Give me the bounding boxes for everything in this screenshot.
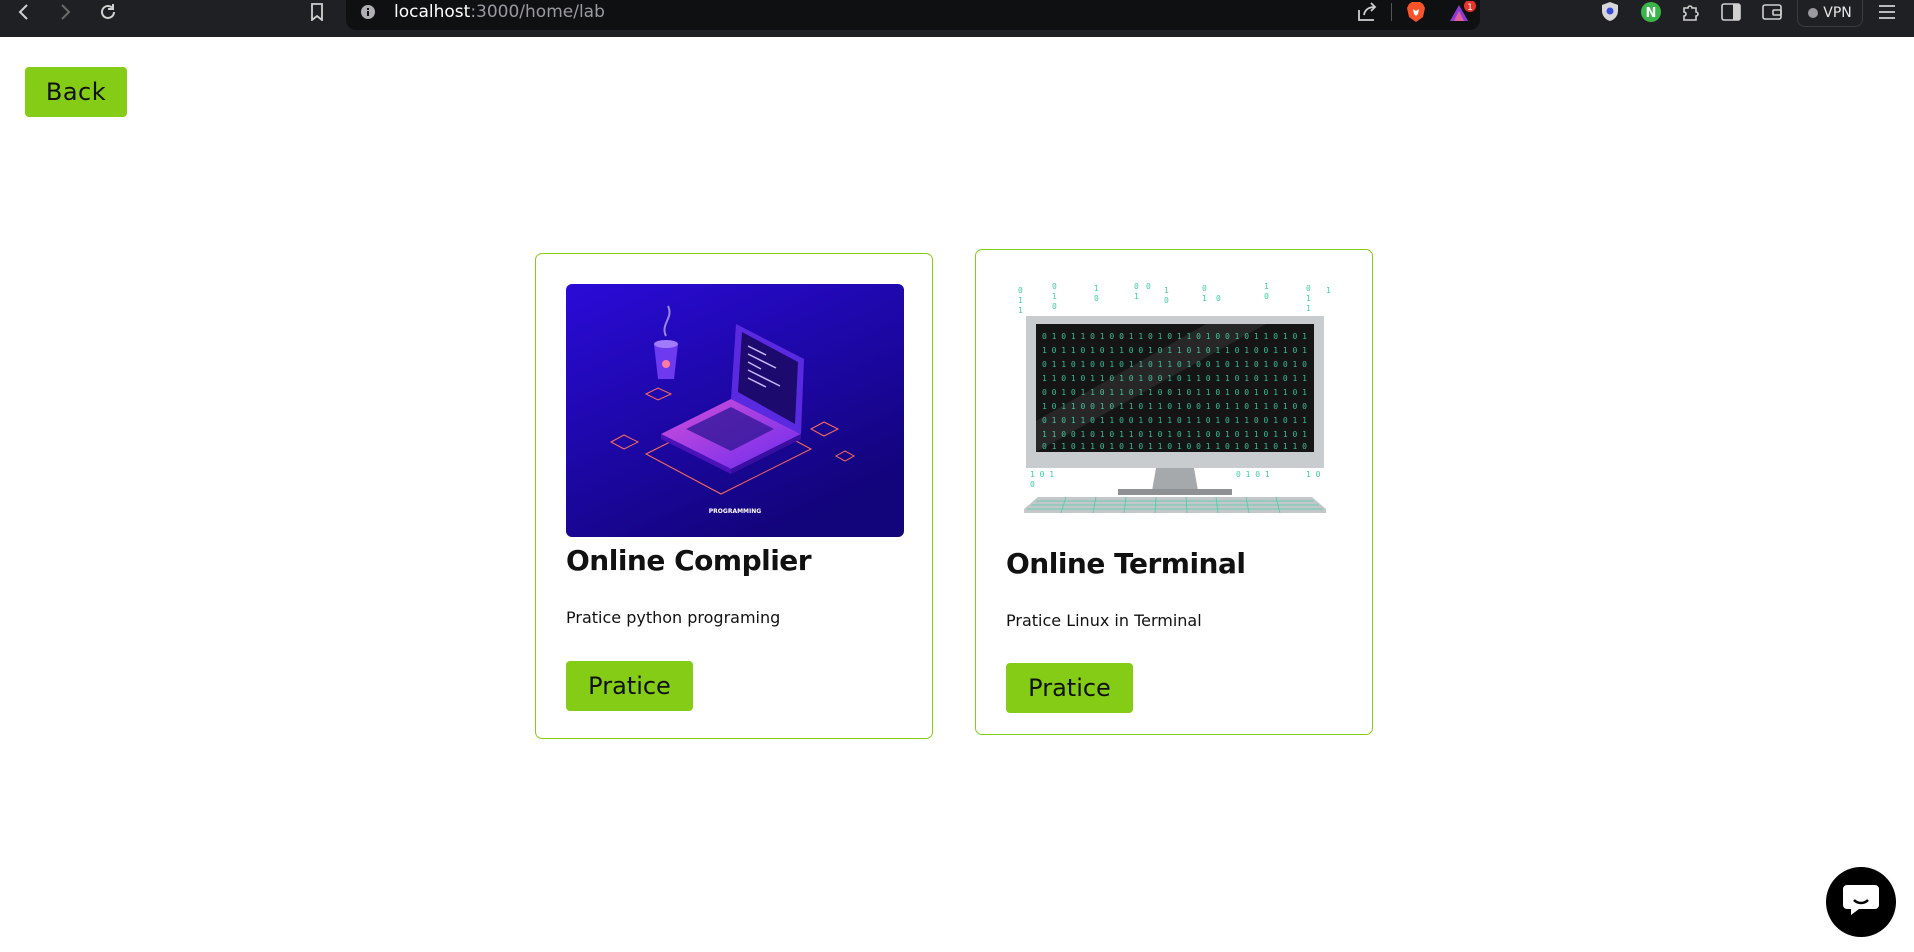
back-nav-icon[interactable] — [9, 0, 39, 24]
back-button[interactable]: Back — [25, 67, 127, 117]
svg-text:1: 1 — [1018, 306, 1023, 315]
card-description: Pratice python programing — [566, 608, 781, 627]
url-host: localhost — [394, 2, 471, 22]
svg-text:1: 1 — [1202, 294, 1207, 303]
card-title: Online Complier — [566, 544, 812, 577]
terminal-monitor-illustration: 011 010 10 010 10 010 10 011 1 0 1 0 1 1… — [1006, 281, 1344, 534]
card-title: Online Terminal — [1006, 547, 1246, 580]
card-description: Pratice Linux in Terminal — [1006, 611, 1202, 630]
menu-hamburger-icon[interactable] — [1877, 1, 1897, 23]
svg-text:0: 0 — [1018, 286, 1023, 295]
svg-text:1 0: 1 0 — [1306, 470, 1321, 479]
svg-text:1: 1 — [1306, 294, 1311, 303]
extension-badge: N — [1646, 6, 1657, 21]
svg-text:1 1 0 0 1 0 1 0 1 1 0 1 0 1 0: 1 1 0 0 1 0 1 0 1 1 0 1 0 1 0 1 1 0 0 1 … — [1042, 430, 1307, 439]
bookmark-icon[interactable] — [302, 0, 332, 24]
url-path: :3000/home/lab — [470, 2, 605, 22]
svg-text:1: 1 — [1052, 292, 1057, 301]
svg-text:0: 0 — [1052, 282, 1057, 291]
svg-text:0: 0 — [1264, 292, 1269, 301]
vpn-button[interactable]: VPN — [1797, 0, 1863, 27]
vpn-status-icon — [1808, 8, 1819, 18]
svg-text:1: 1 — [1306, 304, 1311, 313]
brave-rewards-icon[interactable]: 1 — [1448, 1, 1478, 25]
extensions-puzzle-icon[interactable] — [1680, 1, 1702, 23]
svg-text:1: 1 — [1018, 296, 1023, 305]
svg-text:1: 1 — [1134, 292, 1139, 301]
svg-text:0: 0 — [1164, 296, 1169, 305]
svg-text:1: 1 — [1326, 286, 1331, 295]
svg-text:0 1 0 1: 0 1 0 1 — [1236, 470, 1270, 479]
programming-laptop-illustration: PROGRAMMING — [566, 284, 904, 537]
vpn-label: VPN — [1823, 5, 1852, 21]
pratice-button-compiler[interactable]: Pratice — [566, 661, 693, 711]
share-icon[interactable] — [1356, 2, 1378, 22]
svg-text:0: 0 — [1030, 480, 1035, 489]
svg-text:1: 1 — [1264, 282, 1269, 291]
site-info-icon[interactable] — [360, 4, 376, 20]
forward-nav-icon[interactable] — [50, 0, 80, 24]
svg-text:0: 0 — [1216, 294, 1221, 303]
svg-text:1: 1 — [1164, 286, 1169, 295]
svg-text:1 1 0 1 0 1 1 0 1 0 1 0 0 1 0: 1 1 0 1 0 1 1 0 1 0 1 0 0 1 0 1 1 0 1 1 … — [1042, 374, 1307, 383]
svg-text:1 0 1: 1 0 1 — [1030, 470, 1054, 479]
svg-text:0 1 0 1 1 0 1 0 0 1 1 0 1 0 1: 0 1 0 1 1 0 1 0 0 1 1 0 1 0 1 1 0 1 0 0 … — [1042, 332, 1307, 341]
svg-text:0: 0 — [1202, 284, 1207, 293]
wallet-icon[interactable] — [1761, 1, 1783, 23]
toolbar-divider — [1391, 3, 1392, 21]
svg-text:1: 1 — [1094, 284, 1099, 293]
svg-text:0: 0 — [1146, 282, 1151, 291]
chat-bubble-icon — [1841, 883, 1881, 921]
svg-text:0: 0 — [1306, 284, 1311, 293]
svg-text:0: 0 — [1134, 282, 1139, 291]
svg-text:0 1 1 0 1 1 0 1 0 1 0 1 1 0 1: 0 1 1 0 1 1 0 1 0 1 0 1 1 0 1 0 0 1 1 0 … — [1042, 442, 1307, 451]
illustration-caption: PROGRAMMING — [709, 508, 762, 515]
address-bar[interactable]: localhost:3000/home/lab 1 — [346, 0, 1480, 30]
brave-shields-icon[interactable] — [1406, 1, 1426, 23]
rewards-badge: 1 — [1467, 3, 1473, 13]
svg-text:0: 0 — [1094, 294, 1099, 303]
card-online-compiler: PROGRAMMING Online Complier Pratice pyth… — [535, 253, 933, 739]
svg-text:0: 0 — [1052, 302, 1057, 311]
extension-n-icon[interactable]: N — [1640, 1, 1662, 23]
chat-widget-button[interactable] — [1826, 867, 1896, 937]
reload-icon[interactable] — [93, 0, 123, 24]
sidebar-toggle-icon[interactable] — [1720, 1, 1742, 23]
card-online-terminal: 011 010 10 010 10 010 10 011 1 0 1 0 1 1… — [975, 249, 1373, 735]
url-text[interactable]: localhost:3000/home/lab — [394, 2, 605, 22]
pratice-button-terminal[interactable]: Pratice — [1006, 663, 1133, 713]
shield-extension-icon[interactable] — [1600, 1, 1620, 23]
browser-toolbar: localhost:3000/home/lab 1 N VPN — [0, 0, 1914, 37]
